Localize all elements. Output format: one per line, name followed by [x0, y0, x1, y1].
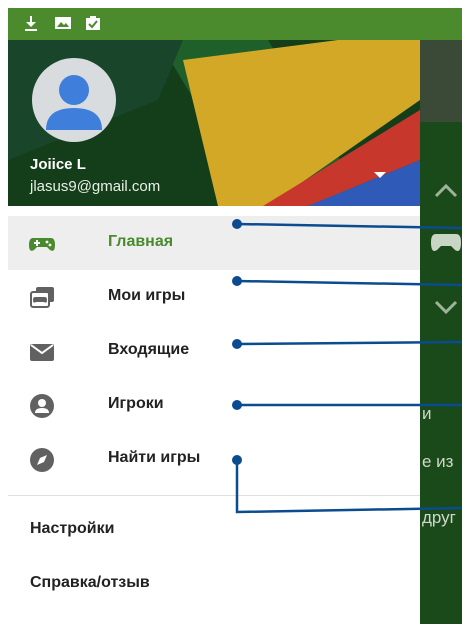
account-header: Joiice L jlasus9@gmail.com: [8, 40, 420, 206]
gamepad-icon: [431, 234, 461, 251]
status-bar: [8, 8, 462, 40]
gamepad-icon: [29, 238, 55, 251]
account-email: jlasus9@gmail.com: [30, 178, 161, 195]
nav-label-home: Главная: [108, 233, 174, 250]
nav-item-home[interactable]: Главная: [8, 216, 420, 270]
clipboard-check-icon: [86, 16, 100, 30]
background-text: друг: [422, 508, 456, 527]
avatar[interactable]: [32, 58, 116, 142]
nav-item-players[interactable]: Игроки: [8, 378, 420, 432]
image-icon: [55, 17, 71, 29]
nav-item-my-games[interactable]: Мои игры: [8, 270, 420, 324]
account-dropdown-icon[interactable]: [374, 172, 386, 178]
settings-label: Настройки: [30, 520, 115, 537]
nav-item-find-games[interactable]: Найти игры: [8, 432, 420, 486]
nav-label-find-games: Найти игры: [108, 449, 201, 466]
nav-label-inbox: Входящие: [108, 341, 190, 358]
my-games-icon: [30, 287, 54, 308]
navigation-drawer: Joiice L jlasus9@gmail.com Главная Мои и…: [8, 40, 420, 624]
background-text: е из: [422, 452, 454, 471]
nav-item-inbox[interactable]: Входящие: [8, 324, 420, 378]
nav-label-my-games: Мои игры: [108, 287, 186, 304]
compass-icon: [30, 448, 54, 472]
help-feedback-item[interactable]: Справка/отзыв: [8, 560, 420, 610]
settings-item[interactable]: Настройки: [8, 506, 420, 556]
players-icon: [30, 394, 54, 418]
chevron-up-icon: [434, 183, 458, 198]
divider: [8, 495, 420, 496]
background-app: и е из друг: [420, 40, 462, 624]
background-toolbar: [420, 40, 462, 122]
inbox-icon: [30, 344, 54, 361]
background-text: и: [422, 404, 432, 423]
download-icon: [25, 16, 37, 31]
nav-label-players: Игроки: [108, 395, 164, 412]
account-name: Joiice L: [30, 156, 86, 173]
app-screen: и е из друг Joiice L jlasus9@gmail.com Г…: [8, 8, 462, 624]
help-feedback-label: Справка/отзыв: [30, 574, 150, 591]
user-icon: [46, 75, 102, 130]
chevron-down-icon: [434, 300, 458, 315]
